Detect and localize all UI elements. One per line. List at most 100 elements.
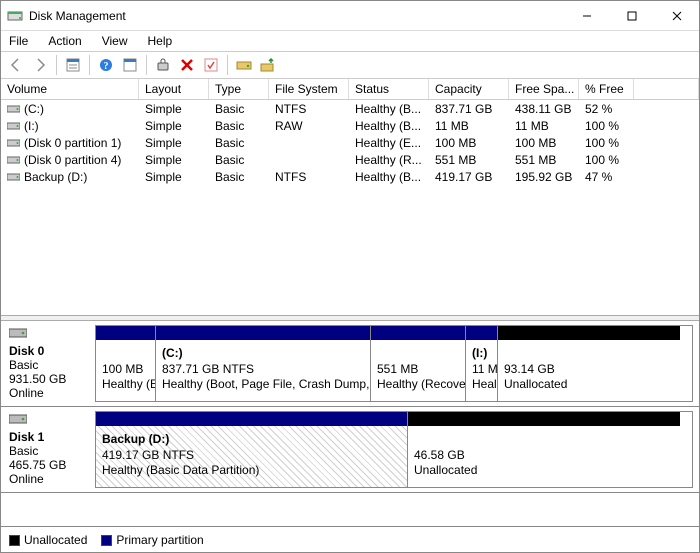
svg-text:?: ? — [104, 61, 109, 72]
volume-pct: 100 % — [579, 153, 634, 167]
volume-capacity: 837.71 GB — [429, 102, 509, 116]
volume-capacity: 100 MB — [429, 136, 509, 150]
volume-status: Healthy (B... — [349, 119, 429, 133]
volume-pct: 52 % — [579, 102, 634, 116]
col-volume[interactable]: Volume — [1, 79, 139, 99]
disk-label[interactable]: Disk 0Basic931.50 GBOnline — [1, 321, 95, 406]
volume-fs: NTFS — [269, 170, 349, 184]
volume-type: Basic — [209, 102, 269, 116]
volume-empty-area[interactable] — [1, 185, 699, 315]
app-icon — [7, 8, 23, 24]
properties-button[interactable] — [200, 54, 222, 76]
separator — [146, 55, 147, 75]
partition-unallocated[interactable]: 46.58 GBUnallocated — [408, 412, 680, 487]
primary-swatch — [101, 535, 112, 546]
menu-help[interactable]: Help — [144, 33, 177, 49]
menu-view[interactable]: View — [98, 33, 132, 49]
volume-capacity: 419.17 GB — [429, 170, 509, 184]
properties2-button[interactable] — [119, 54, 141, 76]
col-spacer — [634, 79, 699, 99]
separator — [227, 55, 228, 75]
volume-name: (Disk 0 partition 1) — [24, 136, 121, 150]
col-pctfree[interactable]: % Free — [579, 79, 634, 99]
partition-body: 46.58 GBUnallocated — [408, 426, 680, 487]
disk-row: Disk 1Basic465.75 GBOnlineBackup (D:)419… — [1, 407, 699, 493]
volume-row[interactable]: (Disk 0 partition 1) SimpleBasic Healthy (… — [1, 134, 699, 151]
legend: Unallocated Primary partition — [1, 526, 699, 552]
volume-pct: 100 % — [579, 136, 634, 150]
partition-body: Backup (D:)419.17 GB NTFSHealthy (Basic … — [96, 426, 407, 487]
volume-name: (C:) — [24, 102, 44, 116]
menu-file[interactable]: File — [5, 33, 32, 49]
volume-header: Volume Layout Type File System Status Ca… — [1, 79, 699, 100]
partition-primary[interactable]: (I:)11 MHeal — [466, 326, 498, 401]
menu-action[interactable]: Action — [44, 33, 85, 49]
disk-graphical-view: Disk 0Basic931.50 GBOnline100 MBHealthy … — [1, 321, 699, 526]
volume-layout: Simple — [139, 119, 209, 133]
close-button[interactable] — [654, 1, 699, 30]
disk-label[interactable]: Disk 1Basic465.75 GBOnline — [1, 407, 95, 492]
volume-name: (Disk 0 partition 4) — [24, 153, 121, 167]
col-filesystem[interactable]: File System — [269, 79, 349, 99]
partition-primary[interactable]: (C:)837.71 GB NTFSHealthy (Boot, Page Fi… — [156, 326, 371, 401]
volume-fs: NTFS — [269, 102, 349, 116]
window-title: Disk Management — [29, 9, 564, 23]
volume-layout: Simple — [139, 170, 209, 184]
volume-type: Basic — [209, 153, 269, 167]
volume-status: Healthy (B... — [349, 102, 429, 116]
delete-button[interactable] — [176, 54, 198, 76]
help-button[interactable]: ? — [95, 54, 117, 76]
volume-free: 551 MB — [509, 153, 579, 167]
partition-primary[interactable]: 551 MBHealthy (Recove — [371, 326, 466, 401]
volume-pct: 47 % — [579, 170, 634, 184]
partition-primary[interactable]: 100 MBHealthy (EF — [96, 326, 156, 401]
volume-name: (I:) — [24, 119, 39, 133]
volume-layout: Simple — [139, 136, 209, 150]
disk-partitions: 100 MBHealthy (EF(C:)837.71 GB NTFSHealt… — [95, 325, 693, 402]
volume-type: Basic — [209, 170, 269, 184]
volume-layout: Simple — [139, 102, 209, 116]
volume-row[interactable]: (I:)SimpleBasicRAWHealthy (B...11 MB11 M… — [1, 117, 699, 134]
forward-button[interactable] — [29, 54, 51, 76]
partition-stripe — [408, 412, 680, 426]
partition-body: (C:)837.71 GB NTFSHealthy (Boot, Page Fi… — [156, 340, 370, 401]
partition-body: 100 MBHealthy (EF — [96, 340, 155, 401]
partition-stripe — [498, 326, 680, 340]
explore-button[interactable] — [152, 54, 174, 76]
volume-row[interactable]: (Disk 0 partition 4) SimpleBasic Healthy (… — [1, 151, 699, 168]
volume-free: 100 MB — [509, 136, 579, 150]
show-hide-button[interactable] — [62, 54, 84, 76]
disk-row: Disk 0Basic931.50 GBOnline100 MBHealthy … — [1, 321, 699, 407]
volume-type: Basic — [209, 136, 269, 150]
volume-status: Healthy (R... — [349, 153, 429, 167]
volume-status: Healthy (E... — [349, 136, 429, 150]
volume-row[interactable]: (C:) SimpleBasicNTFSHealthy (B...837.71 G… — [1, 100, 699, 117]
separator — [56, 55, 57, 75]
separator — [89, 55, 90, 75]
col-status[interactable]: Status — [349, 79, 429, 99]
volume-list: Volume Layout Type File System Status Ca… — [1, 79, 699, 315]
maximize-button[interactable] — [609, 1, 654, 30]
col-capacity[interactable]: Capacity — [429, 79, 509, 99]
volume-layout: Simple — [139, 153, 209, 167]
partition-unallocated[interactable]: 93.14 GBUnallocated — [498, 326, 680, 401]
partition-body: 93.14 GBUnallocated — [498, 340, 680, 401]
minimize-button[interactable] — [564, 1, 609, 30]
title-bar: Disk Management — [1, 1, 699, 31]
legend-unallocated: Unallocated — [9, 533, 87, 547]
partition-body: 551 MBHealthy (Recove — [371, 340, 465, 401]
volume-pct: 100 % — [579, 119, 634, 133]
back-button[interactable] — [5, 54, 27, 76]
col-layout[interactable]: Layout — [139, 79, 209, 99]
partition-stripe — [156, 326, 370, 340]
col-freespace[interactable]: Free Spa... — [509, 79, 579, 99]
toolbar: ? — [1, 51, 699, 79]
action2-button[interactable] — [257, 54, 279, 76]
partition-stripe — [96, 326, 155, 340]
disk-partitions: Backup (D:)419.17 GB NTFSHealthy (Basic … — [95, 411, 693, 488]
volume-row[interactable]: Backup (D:)SimpleBasicNTFSHealthy (B...4… — [1, 168, 699, 185]
col-type[interactable]: Type — [209, 79, 269, 99]
partition-primary[interactable]: Backup (D:)419.17 GB NTFSHealthy (Basic … — [96, 412, 408, 487]
volume-free: 438.11 GB — [509, 102, 579, 116]
action1-button[interactable] — [233, 54, 255, 76]
